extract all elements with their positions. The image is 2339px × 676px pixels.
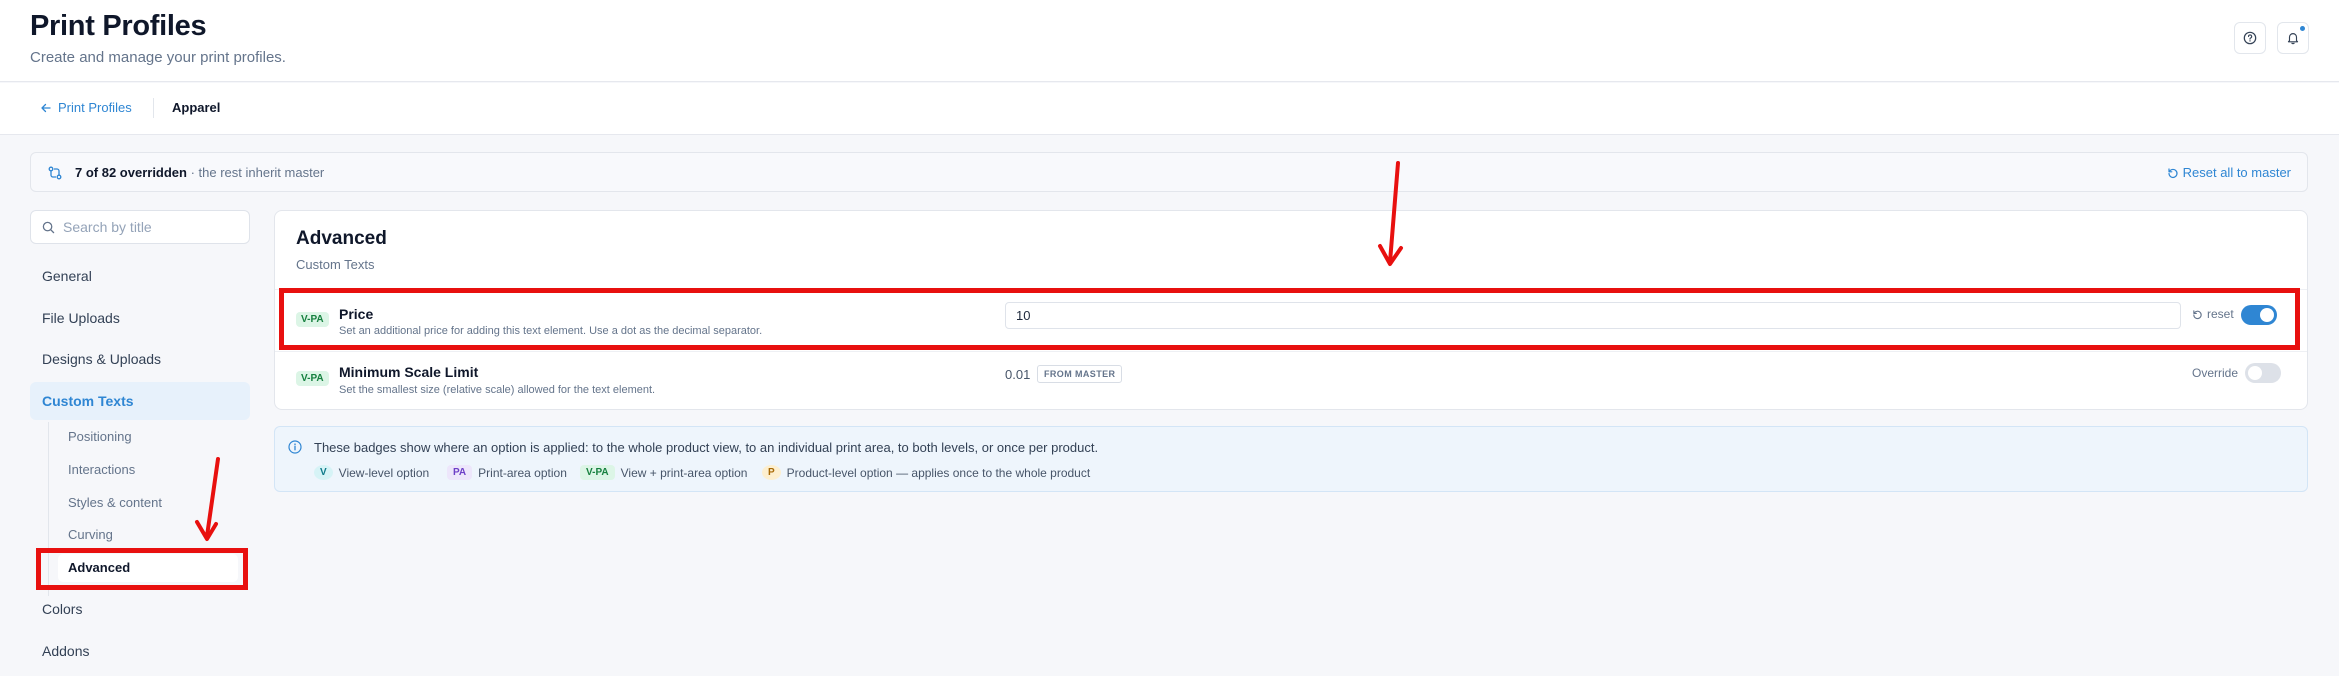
annotation-box-price (279, 288, 2300, 350)
page-subtitle: Create and manage your print profiles. (30, 49, 286, 66)
back-link[interactable]: Print Profiles (40, 100, 132, 115)
reset-all-button[interactable]: Reset all to master (2167, 165, 2291, 180)
sidebar-search (30, 210, 250, 244)
sidebar-item-general[interactable]: General (30, 257, 250, 295)
legend-badge: V (314, 465, 333, 480)
page-header: Print Profiles Create and manage your pr… (0, 0, 2339, 82)
search-input[interactable] (63, 217, 243, 237)
toggle-knob (2248, 366, 2262, 380)
bell-icon (2287, 33, 2299, 45)
help-button[interactable] (2234, 22, 2266, 54)
row-divider (275, 351, 2307, 352)
override-rest: · the rest inherit master (186, 165, 325, 180)
arrow-left-icon (41, 103, 51, 112)
breadcrumb-current: Apparel (172, 100, 221, 115)
sidebar-item-custom-texts[interactable]: Custom Texts (30, 382, 250, 420)
back-link-label: Print Profiles (58, 100, 132, 115)
breadcrumb-separator (153, 98, 154, 118)
legend-badge: V-PA (580, 465, 615, 480)
reset-all-label: Reset all to master (2182, 165, 2291, 180)
search-icon (42, 221, 55, 234)
override-summary-text: 7 of 82 overridden · the rest inherit ma… (75, 165, 324, 180)
override-count: 7 of 82 overridden (75, 165, 187, 180)
legend-item: V View-level option (314, 465, 429, 480)
sidebar-item-designs-uploads[interactable]: Designs & Uploads (30, 340, 250, 378)
info-icon (288, 440, 302, 454)
legend-item: P Product-level option — applies once to… (762, 465, 1090, 480)
sidebar-item-colors[interactable]: Colors (30, 590, 250, 628)
min-scale-label: Minimum Scale Limit (339, 364, 479, 380)
override-summary-bar: 7 of 82 overridden · the rest inherit ma… (30, 152, 2308, 192)
scope-badge: V-PA (296, 371, 329, 386)
min-scale-override-toggle[interactable] (2245, 363, 2281, 383)
notification-dot (2300, 26, 2305, 31)
legend-item: PA Print-area option (447, 465, 567, 480)
min-scale-description: Set the smallest size (relative scale) a… (339, 384, 656, 396)
breadcrumb: Print Profiles Apparel (0, 83, 2339, 135)
sidebar-item-file-uploads[interactable]: File Uploads (30, 299, 250, 337)
section-title: Advanced (296, 228, 387, 249)
legend-label: Print-area option (478, 465, 567, 480)
annotation-arrow-down (195, 457, 220, 541)
legend-item: V-PA View + print-area option (580, 465, 747, 480)
info-text: These badges show where an option is app… (314, 440, 1099, 455)
annotation-arrow-down (1378, 161, 1403, 266)
legend-badge: P (762, 465, 781, 480)
min-scale-override-label: Override (2192, 366, 2239, 380)
page-title: Print Profiles (30, 10, 207, 42)
legend-label: View-level option (338, 465, 430, 480)
legend-label: Product-level option — applies once to t… (786, 465, 1091, 480)
notifications-button[interactable] (2277, 22, 2309, 54)
help-icon (2243, 31, 2257, 45)
annotation-box-advanced (36, 548, 248, 590)
git-compare-icon (48, 166, 62, 180)
legend-label: View + print-area option (620, 465, 748, 480)
sidebar-subitem-positioning[interactable]: Positioning (58, 423, 238, 451)
badge-legend-info: These badges show where an option is app… (274, 426, 2308, 492)
reset-icon (2168, 167, 2178, 178)
min-scale-value: 0.01 (1005, 367, 1031, 382)
legend-badge: PA (447, 465, 473, 480)
section-subtitle: Custom Texts (296, 257, 375, 272)
sidebar-item-addons[interactable]: Addons (30, 632, 250, 670)
from-master-tag: FROM MASTER (1037, 365, 1123, 383)
